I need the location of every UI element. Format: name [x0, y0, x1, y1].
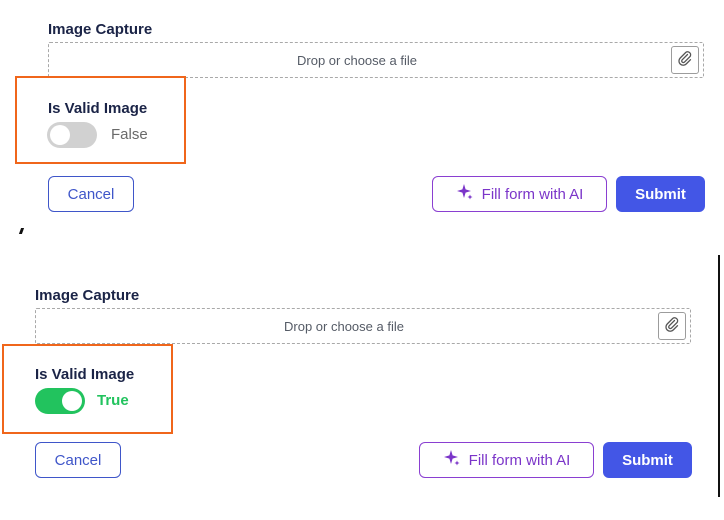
highlight-box [15, 76, 186, 164]
attach-file-button[interactable] [671, 46, 699, 74]
form-panel-false: Image Capture Drop or choose a file Is V… [0, 0, 724, 240]
is-valid-image-label: Is Valid Image [35, 366, 135, 383]
cancel-button[interactable]: Cancel [35, 442, 121, 478]
paperclip-icon [664, 316, 680, 337]
sparkle-icon [456, 183, 474, 205]
image-capture-label: Image Capture [35, 287, 140, 304]
form-panel-true: Image Capture Drop or choose a file Is V… [0, 260, 724, 520]
image-capture-label: Image Capture [48, 21, 153, 38]
dropzone-text: Drop or choose a file [297, 52, 417, 68]
file-dropzone[interactable]: Drop or choose a file [35, 308, 691, 344]
submit-button[interactable]: Submit [616, 176, 705, 212]
highlight-box [2, 344, 173, 434]
attach-file-button[interactable] [658, 312, 686, 340]
sparkle-icon [443, 449, 461, 471]
dropzone-text: Drop or choose a file [284, 318, 404, 334]
toggle-knob [50, 125, 70, 145]
toggle-state-text: True [97, 392, 129, 409]
is-valid-image-toggle[interactable] [47, 122, 97, 148]
fill-form-ai-label: Fill form with AI [481, 185, 584, 203]
is-valid-image-label: Is Valid Image [48, 100, 148, 117]
toggle-state-text: False [111, 126, 148, 143]
toggle-knob [62, 391, 82, 411]
file-dropzone[interactable]: Drop or choose a file [48, 42, 704, 78]
fill-form-ai-label: Fill form with AI [468, 451, 571, 469]
is-valid-image-toggle[interactable] [35, 388, 85, 414]
submit-button[interactable]: Submit [603, 442, 692, 478]
fill-form-ai-button[interactable]: Fill form with AI [432, 176, 607, 212]
cancel-button[interactable]: Cancel [48, 176, 134, 212]
fill-form-ai-button[interactable]: Fill form with AI [419, 442, 594, 478]
paperclip-icon [677, 50, 693, 71]
